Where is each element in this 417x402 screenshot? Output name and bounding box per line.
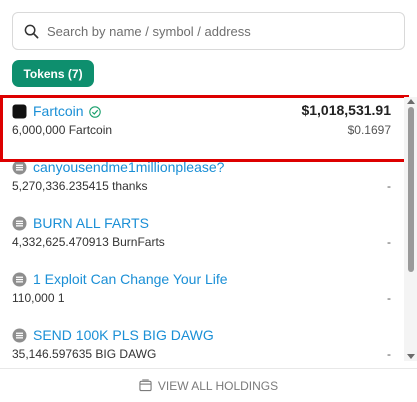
token-price: - [387,235,391,249]
list-item[interactable]: Fartcoin 6,000,000 Fartcoin $1,018,531.9… [0,95,404,151]
token-name[interactable]: canyousendme1millionplease? [33,159,224,175]
token-price: - [387,179,391,193]
verified-check-icon [88,105,101,118]
token-price: - [387,347,391,361]
token-amount: 35,146.597635 BIG DAWG [12,347,157,361]
fartcoin-logo-icon [12,104,27,119]
list-item[interactable]: BURN ALL FARTS 4,332,625.470913 BurnFart… [0,207,404,263]
token-name[interactable]: SEND 100K PLS BIG DAWG [33,327,214,343]
token-amount: 6,000,000 Fartcoin [12,123,113,137]
scroll-down-arrow-icon[interactable] [407,354,415,359]
search-bar[interactable] [12,12,405,50]
scroll-up-arrow-icon[interactable] [407,99,415,104]
list-item[interactable]: 1 Exploit Can Change Your Life 110,000 1… [0,263,404,319]
holdings-list[interactable]: Fartcoin 6,000,000 Fartcoin $1,018,531.9… [0,95,404,365]
list-item[interactable]: canyousendme1millionplease? 5,270,336.23… [0,151,404,207]
token-name[interactable]: 1 Exploit Can Change Your Life [33,271,228,287]
generic-token-icon [12,216,27,231]
list-item[interactable]: SEND 100K PLS BIG DAWG 35,146.597635 BIG… [0,319,404,365]
generic-token-icon [12,160,27,175]
view-all-holdings-button[interactable]: VIEW ALL HOLDINGS [0,368,417,402]
scrollbar-thumb[interactable] [408,107,414,272]
token-value: $1,018,531.91 [301,102,391,118]
generic-token-icon [12,272,27,287]
token-name[interactable]: BURN ALL FARTS [33,215,149,231]
wallet-icon [139,379,152,392]
search-input[interactable] [47,23,387,39]
generic-token-icon [12,328,27,343]
list-scrollbar[interactable] [404,97,417,361]
token-amount: 5,270,336.235415 thanks [12,179,148,193]
token-amount: 4,332,625.470913 BurnFarts [12,235,165,249]
search-icon [24,24,39,38]
tab-tokens[interactable]: Tokens (7) [12,60,94,87]
view-all-holdings-label: VIEW ALL HOLDINGS [157,378,279,393]
token-amount: 110,000 1 [12,291,65,305]
token-price: - [387,291,391,305]
token-price: $0.1697 [347,123,391,137]
token-name[interactable]: Fartcoin [33,103,84,119]
